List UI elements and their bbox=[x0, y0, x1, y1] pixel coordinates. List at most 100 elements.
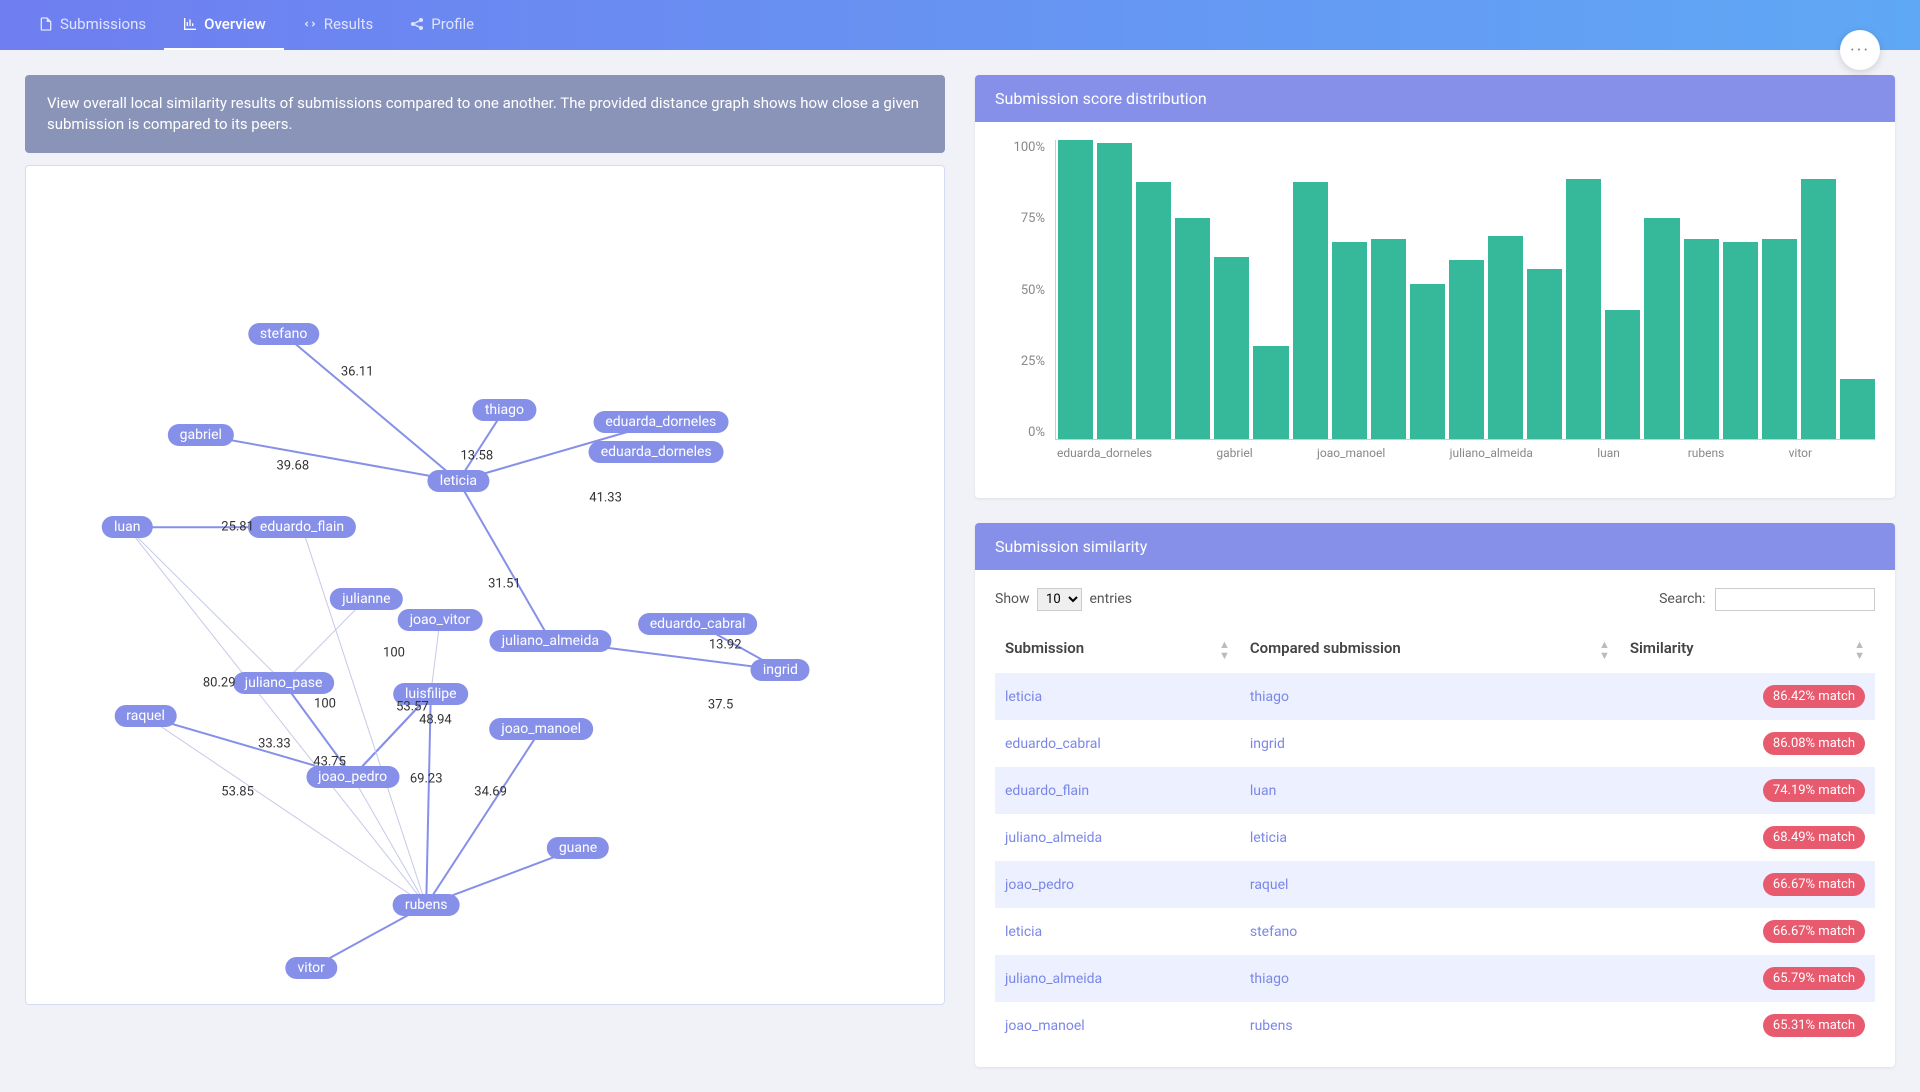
bar[interactable] bbox=[1527, 269, 1562, 439]
bar[interactable] bbox=[1410, 284, 1445, 439]
bar[interactable] bbox=[1371, 239, 1406, 439]
match-badge: 68.49% match bbox=[1763, 826, 1865, 849]
search-input[interactable] bbox=[1715, 588, 1875, 611]
x-tick: vitor bbox=[1789, 446, 1815, 460]
table-row: eduardo_flainluan 74.19% match bbox=[995, 767, 1875, 814]
more-button[interactable]: ··· bbox=[1840, 30, 1880, 70]
x-tick bbox=[1156, 446, 1182, 460]
nav-label: Profile bbox=[431, 15, 474, 33]
graph-node[interactable]: julianne bbox=[330, 588, 402, 610]
distance-graph[interactable]: stefanogabrielthiagoeduarda_dornelesedua… bbox=[25, 165, 945, 1005]
graph-node[interactable]: joao_vitor bbox=[398, 609, 483, 631]
nav-profile[interactable]: Profile bbox=[391, 0, 492, 50]
y-tick: 25% bbox=[1021, 354, 1045, 369]
bar[interactable] bbox=[1801, 179, 1836, 439]
bar[interactable] bbox=[1566, 179, 1601, 439]
bar[interactable] bbox=[1644, 218, 1679, 439]
bar[interactable] bbox=[1214, 257, 1249, 439]
nav-submissions[interactable]: Submissions bbox=[20, 0, 164, 50]
col-similarity[interactable]: Similarity▲▼ bbox=[1620, 627, 1875, 673]
compared-link[interactable]: rubens bbox=[1240, 1002, 1620, 1049]
y-tick: 0% bbox=[1028, 425, 1045, 440]
bar[interactable] bbox=[1136, 182, 1171, 439]
graph-node[interactable]: rubens bbox=[393, 894, 460, 916]
submission-link[interactable]: leticia bbox=[995, 673, 1240, 720]
bar[interactable] bbox=[1488, 236, 1523, 439]
edge-label: 13.58 bbox=[460, 448, 493, 463]
bar[interactable] bbox=[1293, 182, 1328, 439]
submission-link[interactable]: joao_manoel bbox=[995, 1002, 1240, 1049]
bar[interactable] bbox=[1840, 379, 1875, 439]
compared-link[interactable]: stefano bbox=[1240, 908, 1620, 955]
y-axis: 100%75%50%25%0% bbox=[995, 140, 1055, 440]
submission-link[interactable]: juliano_almeida bbox=[995, 814, 1240, 861]
bar[interactable] bbox=[1175, 218, 1210, 439]
nav-label: Submissions bbox=[60, 15, 146, 33]
compared-link[interactable]: luan bbox=[1240, 767, 1620, 814]
edge-label: 53.85 bbox=[221, 784, 254, 799]
edge-label: 69.23 bbox=[410, 772, 443, 787]
col-submission[interactable]: Submission▲▼ bbox=[995, 627, 1240, 673]
edge-label: 33.33 bbox=[258, 736, 291, 751]
graph-node[interactable]: guane bbox=[547, 837, 609, 859]
submission-link[interactable]: leticia bbox=[995, 908, 1240, 955]
bar[interactable] bbox=[1332, 242, 1367, 439]
edge-label: 36.11 bbox=[341, 364, 374, 379]
table-row: leticiastefano66.67% match bbox=[995, 908, 1875, 955]
compared-link[interactable]: thiago bbox=[1240, 673, 1620, 720]
edge-label: 25.81 bbox=[221, 520, 254, 535]
x-tick: luan bbox=[1597, 446, 1623, 460]
edge-label: 13.92 bbox=[709, 637, 742, 652]
match-badge: 65.79% match bbox=[1763, 967, 1865, 990]
x-tick: juliano_almeida bbox=[1450, 446, 1533, 460]
graph-node[interactable]: raquel bbox=[114, 705, 177, 727]
graph-node[interactable]: leticia bbox=[428, 470, 489, 492]
graph-node[interactable]: juliano_almeida bbox=[490, 630, 611, 652]
compared-link[interactable]: ingrid bbox=[1240, 720, 1620, 767]
graph-node[interactable]: luan bbox=[102, 516, 152, 538]
col-compared[interactable]: Compared submission▲▼ bbox=[1240, 627, 1620, 673]
graph-node[interactable]: eduarda_dorneles bbox=[589, 441, 724, 463]
graph-node[interactable]: eduarda_dorneles bbox=[593, 411, 728, 433]
graph-node[interactable]: juliano_pase bbox=[233, 672, 335, 694]
compared-link[interactable]: thiago bbox=[1240, 955, 1620, 1002]
sort-icon: ▲▼ bbox=[1854, 639, 1865, 661]
graph-node[interactable]: eduardo_cabral bbox=[638, 613, 758, 635]
nav-overview[interactable]: Overview bbox=[164, 0, 284, 50]
x-tick bbox=[1287, 446, 1313, 460]
submission-link[interactable]: eduardo_flain bbox=[995, 767, 1240, 814]
bar-chart: 100%75%50%25%0% eduarda_dornelesgabrielj… bbox=[995, 140, 1875, 480]
bar[interactable] bbox=[1253, 346, 1288, 439]
match-badge: 86.42% match bbox=[1763, 685, 1865, 708]
bar[interactable] bbox=[1723, 242, 1758, 439]
bar[interactable] bbox=[1097, 143, 1132, 439]
bar[interactable] bbox=[1449, 260, 1484, 439]
submission-link[interactable]: eduardo_cabral bbox=[995, 720, 1240, 767]
graph-node[interactable]: vitor bbox=[286, 957, 337, 979]
table-row: leticiathiago 86.42% match bbox=[995, 673, 1875, 720]
graph-node[interactable]: ingrid bbox=[751, 659, 810, 681]
compared-link[interactable]: leticia bbox=[1240, 814, 1620, 861]
edge-label: 100 bbox=[314, 696, 336, 711]
dots-icon: ··· bbox=[1850, 40, 1870, 61]
x-tick: eduarda_dorneles bbox=[1057, 446, 1152, 460]
bar[interactable] bbox=[1684, 239, 1719, 439]
page-size-select[interactable]: 10 bbox=[1037, 588, 1082, 611]
bar[interactable] bbox=[1605, 310, 1640, 439]
share-icon bbox=[409, 16, 425, 32]
x-axis: eduarda_dornelesgabrieljoao_manoeljulian… bbox=[1055, 446, 1875, 460]
graph-node[interactable]: gabriel bbox=[168, 424, 234, 446]
submission-link[interactable]: joao_pedro bbox=[995, 861, 1240, 908]
nav-label: Overview bbox=[204, 15, 266, 33]
graph-node[interactable]: eduardo_flain bbox=[248, 516, 356, 538]
compared-link[interactable]: raquel bbox=[1240, 861, 1620, 908]
table-row: joao_pedroraquel66.67% match bbox=[995, 861, 1875, 908]
bar[interactable] bbox=[1058, 140, 1093, 439]
nav-results[interactable]: Results bbox=[284, 0, 392, 50]
graph-node[interactable]: thiago bbox=[473, 399, 536, 421]
bar[interactable] bbox=[1762, 239, 1797, 439]
match-badge: 74.19% match bbox=[1763, 779, 1865, 802]
graph-node[interactable]: joao_manoel bbox=[489, 718, 593, 740]
submission-link[interactable]: juliano_almeida bbox=[995, 955, 1240, 1002]
graph-node[interactable]: stefano bbox=[248, 323, 319, 345]
